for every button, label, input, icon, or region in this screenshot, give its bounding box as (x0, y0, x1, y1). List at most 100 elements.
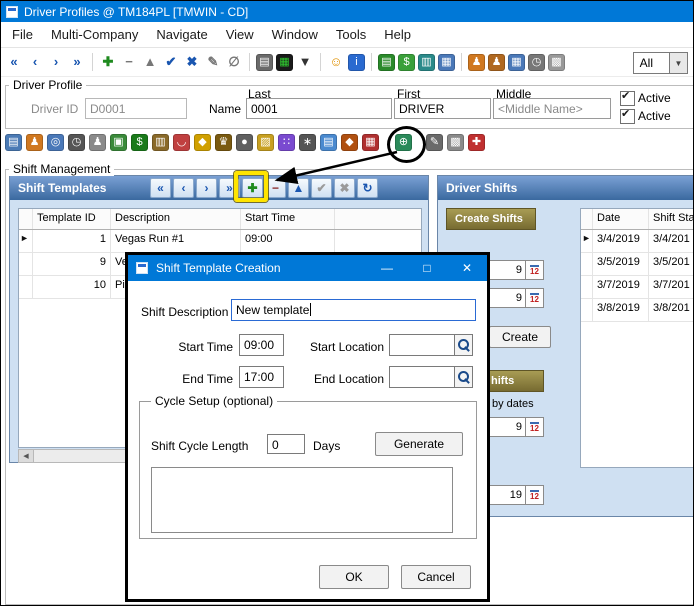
cancel-edit-icon[interactable]: ✖ (183, 53, 201, 71)
search-icon[interactable]: ◎ (47, 134, 64, 151)
column-template-id[interactable]: Template ID (33, 209, 111, 229)
invoice-icon[interactable]: ▥ (418, 54, 435, 71)
rest-break-icon[interactable]: ◡ (173, 134, 190, 151)
menu-item-view[interactable]: View (217, 22, 263, 47)
fuel-icon[interactable]: ◆ (341, 134, 358, 151)
reports-icon[interactable]: ▤ (320, 134, 337, 151)
menu-item-navigate[interactable]: Navigate (147, 22, 216, 47)
templates-delete-icon[interactable]: − (265, 178, 286, 198)
menu-item-help[interactable]: Help (375, 22, 420, 47)
monitor-icon[interactable]: ▦ (508, 54, 525, 71)
start-location-input[interactable] (389, 334, 455, 356)
middle-name-field[interactable]: <Middle Name> (493, 98, 611, 119)
print-icon[interactable]: ▤ (256, 54, 273, 71)
active-checkbox-2[interactable]: ✔ (620, 109, 635, 124)
ok-button[interactable]: OK (319, 565, 389, 589)
column-shift-start[interactable]: Shift Sta (649, 209, 694, 229)
security-lock-icon[interactable]: ● (236, 134, 253, 151)
history-icon[interactable]: ◷ (528, 54, 545, 71)
templates-accept-icon[interactable]: ✔ (311, 178, 332, 198)
dialog-titlebar[interactable]: Shift Template Creation — □ ✕ (128, 255, 487, 281)
user-icon[interactable]: ♟ (488, 54, 505, 71)
hours-of-service-icon[interactable]: ◷ (68, 134, 85, 151)
column-date[interactable]: Date (593, 209, 649, 229)
column-description[interactable]: Description (111, 209, 241, 229)
generate-button[interactable]: Generate (375, 432, 463, 456)
templates-add-icon[interactable]: ✚ (242, 178, 263, 198)
personnel-icon[interactable]: ♟ (89, 134, 106, 151)
info-icon[interactable]: i (348, 54, 365, 71)
supervisor-icon[interactable]: ♛ (215, 134, 232, 151)
edit-tools-icon[interactable]: ✎ (426, 134, 443, 151)
nav-prev-icon[interactable]: ‹ (26, 53, 44, 71)
shift-row[interactable]: ► 3/4/2019 3/4/201 (581, 230, 694, 253)
last-name-field[interactable]: 0001 (246, 98, 392, 119)
filter-combo[interactable]: All ▼ (633, 52, 688, 74)
calendar-button[interactable]: 12 (526, 260, 544, 280)
active-checkbox-1[interactable]: ✔ (620, 91, 635, 106)
driver-card-icon[interactable]: ♟ (26, 134, 43, 151)
menu-item-window[interactable]: Window (263, 22, 327, 47)
first-name-field[interactable]: DRIVER (394, 98, 491, 119)
combo-dropdown-icon[interactable]: ▼ (669, 53, 687, 73)
calendar-button[interactable]: 12 (526, 417, 544, 437)
nav-last-icon[interactable]: » (68, 53, 86, 71)
column-start-time[interactable]: Start Time (241, 209, 335, 229)
folders-icon[interactable]: ▨ (257, 134, 274, 151)
templates-cancel-icon[interactable]: ✖ (334, 178, 355, 198)
equipment-icon[interactable]: ▣ (110, 134, 127, 151)
shift-row[interactable]: 3/7/2019 3/7/201 (581, 276, 694, 299)
profile-general-icon[interactable]: ▤ (5, 134, 22, 151)
save-record-icon[interactable]: ✔ (162, 53, 180, 71)
grid-view-icon[interactable]: ▩ (447, 134, 464, 151)
menu-item-multi-company[interactable]: Multi-Company (42, 22, 147, 47)
shift-description-input[interactable]: New template (231, 299, 476, 321)
create-shift-template-icon[interactable]: ⊕ (395, 134, 412, 151)
nav-first-icon[interactable]: « (5, 53, 23, 71)
pay-icon[interactable]: $ (131, 134, 148, 151)
dialog-minimize-button[interactable]: — (381, 261, 393, 275)
menu-item-file[interactable]: File (3, 22, 42, 47)
calendar-button[interactable]: 12 (526, 485, 544, 505)
templates-first-icon[interactable]: « (150, 178, 171, 198)
driver-icon[interactable]: ♟ (468, 54, 485, 71)
cycle-length-input[interactable]: 0 (267, 434, 305, 454)
screen-icon[interactable]: ▦ (438, 54, 455, 71)
settings-icon[interactable]: ∗ (299, 134, 316, 151)
apps-icon[interactable]: ▩ (548, 54, 565, 71)
create-button[interactable]: Create (489, 326, 551, 348)
driver-id-field[interactable]: D0001 (85, 98, 187, 119)
end-time-input[interactable]: 17:00 (239, 366, 284, 388)
templates-prev-icon[interactable]: ‹ (173, 178, 194, 198)
scroll-left-icon[interactable]: ◀ (19, 450, 34, 462)
dialog-maximize-button[interactable]: □ (421, 261, 433, 275)
cycle-preview-textarea[interactable] (151, 467, 453, 533)
end-location-input[interactable] (389, 366, 455, 388)
edit-record-icon[interactable]: ✎ (204, 53, 222, 71)
start-time-input[interactable]: 09:00 (239, 334, 284, 356)
terminal-icon[interactable]: ▦ (276, 54, 293, 71)
templates-last-icon[interactable]: » (219, 178, 240, 198)
location-lookup-button[interactable] (455, 366, 473, 388)
alerts-icon[interactable]: ◆ (194, 134, 211, 151)
schedule-icon[interactable]: ▦ (362, 134, 379, 151)
template-row[interactable]: ► 1 Vegas Run #1 09:00 (19, 230, 421, 253)
ledger-icon[interactable]: ▤ (378, 54, 395, 71)
delete-record-icon[interactable]: − (120, 53, 138, 71)
dialog-close-button[interactable]: ✕ (461, 261, 473, 275)
shift-row[interactable]: 3/8/2019 3/8/201 (581, 299, 694, 322)
shift-row[interactable]: 3/5/2019 3/5/201 (581, 253, 694, 276)
calendar-button[interactable]: 12 (526, 288, 544, 308)
add-record-icon[interactable]: ✚ (99, 53, 117, 71)
add-new-icon[interactable]: ✚ (468, 134, 485, 151)
move-up-icon[interactable]: ▲ (141, 53, 159, 71)
cash-icon[interactable]: $ (398, 54, 415, 71)
templates-move-up-icon[interactable]: ▲ (288, 178, 309, 198)
logbook-icon[interactable]: ▥ (152, 134, 169, 151)
menu-item-tools[interactable]: Tools (327, 22, 375, 47)
smiley-icon[interactable]: ☺ (327, 53, 345, 71)
dice-icon[interactable]: ∷ (278, 134, 295, 151)
terminal-dropdown-icon[interactable]: ▼ (296, 53, 314, 71)
nav-next-icon[interactable]: › (47, 53, 65, 71)
cancel-button[interactable]: Cancel (401, 565, 471, 589)
